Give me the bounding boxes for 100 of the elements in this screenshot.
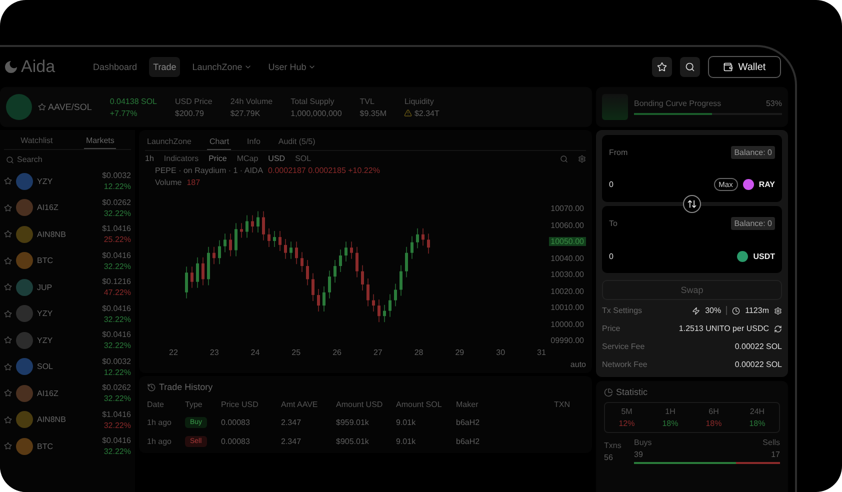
search-button[interactable] bbox=[680, 57, 700, 77]
list-tab[interactable]: Watchlist bbox=[18, 133, 55, 149]
wallet-button[interactable]: Wallet bbox=[708, 56, 781, 78]
chart-tab[interactable]: Audit (5/5) bbox=[276, 134, 318, 150]
star-icon[interactable] bbox=[4, 336, 12, 344]
period-change: 18% bbox=[662, 419, 678, 428]
search-field[interactable]: Search bbox=[17, 155, 42, 164]
slippage-value: 30% bbox=[705, 306, 722, 315]
interval-button[interactable]: 1h bbox=[145, 154, 154, 163]
nav-link[interactable]: Dashboard bbox=[89, 57, 142, 77]
coin-change: 32.22% bbox=[104, 208, 131, 218]
coin-price: $0.0262 bbox=[102, 383, 131, 392]
nav-link[interactable]: LaunchZone bbox=[188, 57, 256, 77]
coin-price: $0.0416 bbox=[102, 330, 131, 340]
indicators-button[interactable]: Indicators bbox=[164, 154, 199, 163]
toggle-option[interactable]: Price bbox=[208, 154, 227, 163]
table-cell-text: 0.00083 bbox=[221, 418, 251, 427]
stat-label: USD Price bbox=[175, 96, 212, 106]
candle bbox=[312, 272, 314, 302]
column-header: TXN bbox=[554, 400, 571, 409]
token-selector[interactable]: RAY bbox=[758, 180, 775, 189]
stat-value: $27.79K bbox=[230, 108, 260, 118]
candle bbox=[317, 288, 320, 312]
price-tick: 10000.00 bbox=[550, 320, 585, 328]
star-icon[interactable] bbox=[38, 103, 46, 111]
star-icon[interactable] bbox=[4, 442, 12, 450]
candle bbox=[229, 233, 232, 257]
detail-label: Network Fee bbox=[602, 360, 648, 369]
refresh-icon[interactable] bbox=[774, 324, 782, 332]
star-icon[interactable] bbox=[4, 177, 12, 186]
date-tick: 25 bbox=[292, 348, 301, 357]
table-cell-text: 1h ago bbox=[147, 418, 172, 427]
candle bbox=[383, 304, 386, 322]
from-label: From bbox=[609, 148, 628, 157]
candle bbox=[256, 210, 260, 233]
toggle-option[interactable]: SOL bbox=[295, 154, 312, 163]
price-tick: 10040.00 bbox=[550, 254, 585, 262]
detail-label: Tx Settings bbox=[602, 306, 642, 315]
chart-tab[interactable]: Info bbox=[245, 134, 262, 150]
column-header: Price USD bbox=[221, 400, 260, 409]
star-icon[interactable] bbox=[4, 204, 12, 212]
table-cell-text: 9.01k bbox=[396, 418, 417, 427]
search-icon[interactable] bbox=[560, 154, 568, 162]
table-cell-text: 9.01k bbox=[396, 437, 417, 446]
candle bbox=[300, 252, 304, 272]
txns-label: Txns bbox=[604, 440, 622, 450]
chart-tab[interactable]: Chart bbox=[207, 134, 232, 150]
coin-name: JUP bbox=[37, 282, 54, 292]
detail-label: Price bbox=[602, 324, 620, 333]
pair-name: AAVE/SOL bbox=[48, 102, 92, 112]
nav-link[interactable]: Trade bbox=[149, 57, 180, 77]
star-icon[interactable] bbox=[4, 230, 12, 238]
scale-button[interactable]: auto bbox=[570, 360, 586, 369]
logo-icon bbox=[4, 60, 18, 74]
nav-link[interactable]: User Hub bbox=[264, 57, 320, 77]
candle bbox=[328, 270, 331, 299]
price-tick: 09990.00 bbox=[550, 336, 585, 345]
toggle-option[interactable]: MCap bbox=[236, 154, 258, 163]
date-tick: 27 bbox=[373, 348, 382, 357]
date-tick: 29 bbox=[455, 348, 464, 357]
star-icon[interactable] bbox=[4, 389, 12, 398]
candle bbox=[350, 241, 353, 260]
candle bbox=[405, 246, 408, 278]
star-icon[interactable] bbox=[4, 416, 12, 424]
star-icon[interactable] bbox=[4, 310, 12, 318]
amount-field[interactable]: 0 bbox=[609, 252, 614, 261]
list-tab[interactable]: Markets bbox=[84, 133, 116, 149]
coin-change: 12.22% bbox=[104, 368, 131, 377]
candle bbox=[240, 222, 243, 238]
price-value: 1.2513 UNITO per USDC bbox=[678, 324, 769, 333]
maker-address[interactable]: b6aH2 bbox=[456, 437, 554, 446]
stat-label: TVL bbox=[360, 96, 376, 106]
progress-percent: 53% bbox=[766, 99, 782, 108]
coin-price: $0.0032 bbox=[102, 356, 131, 366]
column-header: Maker bbox=[456, 400, 480, 409]
candle bbox=[273, 230, 276, 248]
date-tick: 24 bbox=[250, 348, 260, 357]
token-selector[interactable]: USDT bbox=[753, 252, 775, 261]
to-label: To bbox=[609, 219, 618, 228]
date-tick: 23 bbox=[210, 348, 219, 357]
volume-label: Volume bbox=[155, 178, 182, 187]
star-icon[interactable] bbox=[4, 362, 12, 371]
coin-price: $0.0416 bbox=[102, 304, 131, 313]
chart-tab[interactable]: LaunchZone bbox=[145, 134, 194, 150]
pie-chart-icon bbox=[604, 388, 613, 396]
txns-value: 56 bbox=[604, 452, 614, 462]
star-icon[interactable] bbox=[4, 256, 12, 265]
swap-button[interactable]: Swap bbox=[602, 280, 782, 300]
toggle-option[interactable]: USD bbox=[268, 154, 286, 163]
favorite-button[interactable] bbox=[652, 57, 672, 77]
volume-value: 187 bbox=[186, 178, 200, 187]
coin-price: $0.0416 bbox=[102, 436, 131, 446]
candle bbox=[251, 214, 254, 233]
coin-change: 47.22% bbox=[104, 288, 131, 298]
period-label: 6H bbox=[708, 407, 719, 416]
coin-price: $1.0416 bbox=[102, 410, 131, 419]
candle bbox=[290, 241, 292, 260]
amount-field[interactable]: 0 bbox=[609, 180, 614, 189]
maker-address[interactable]: b6aH2 bbox=[456, 418, 554, 427]
star-icon[interactable] bbox=[4, 283, 12, 292]
